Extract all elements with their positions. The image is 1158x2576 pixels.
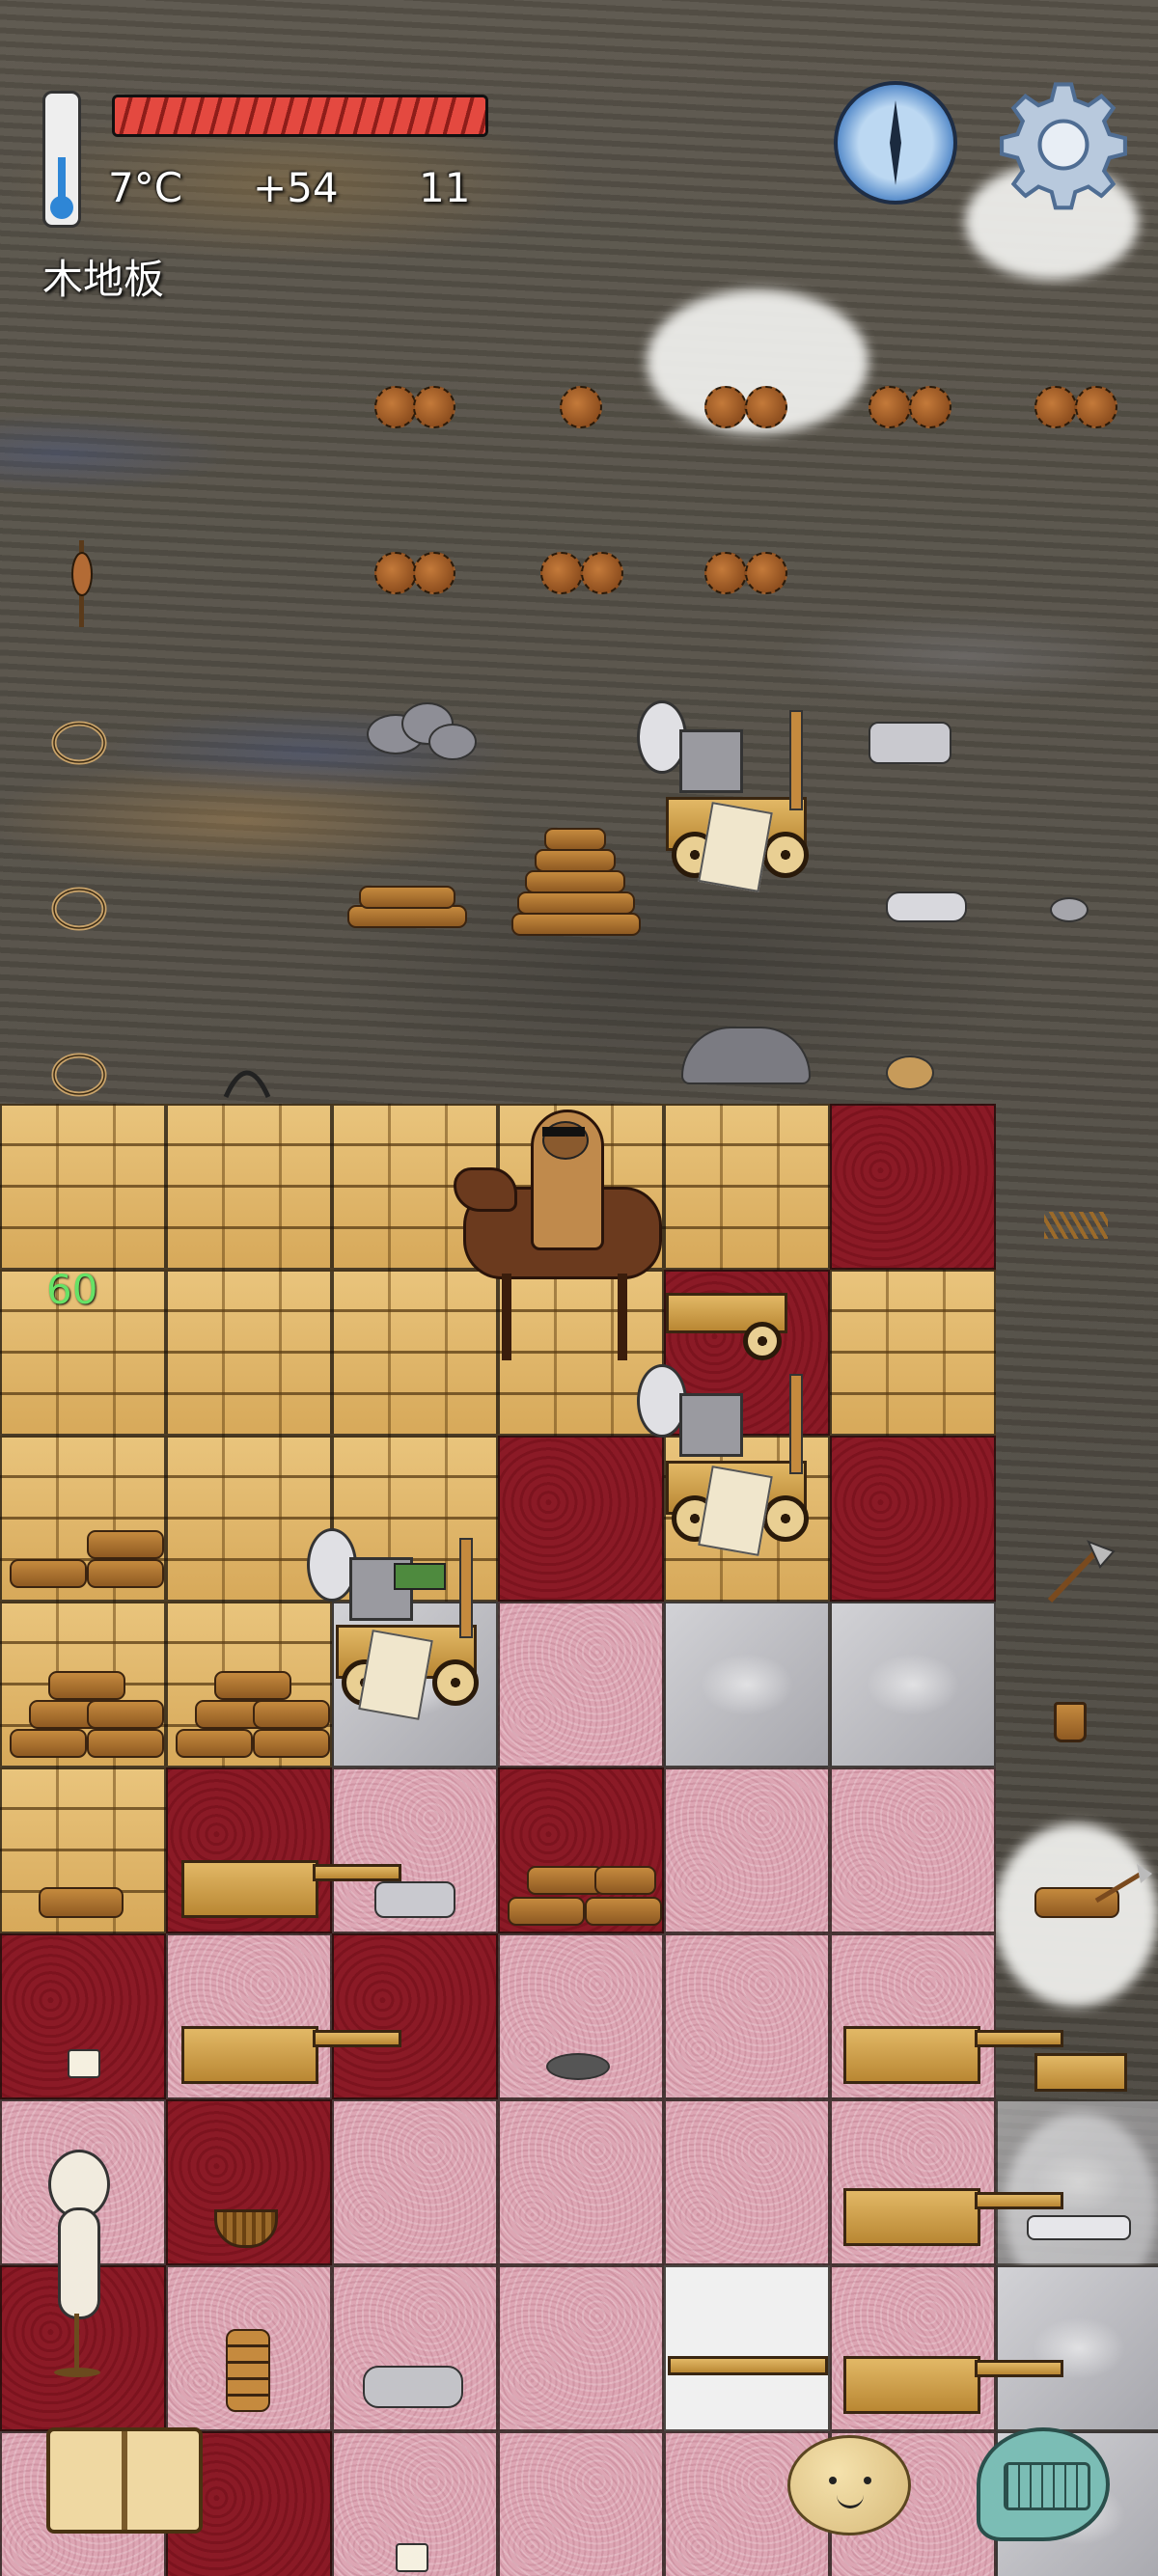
flint-chips[interactable] — [546, 2053, 610, 2080]
wooden-bucket[interactable] — [1054, 1702, 1087, 1742]
game-world[interactable]: 7°C +54 11 木地板 60 — [0, 0, 1158, 2576]
handcart-bottles-handle — [313, 1864, 401, 1881]
floating-number: 60 — [46, 1266, 98, 1313]
flat-rock[interactable] — [374, 1881, 455, 1918]
firewood-pile[interactable] — [347, 886, 467, 934]
age-readout: 11 — [419, 164, 471, 211]
tile-name-label: 木地板 — [42, 256, 165, 303]
log-pile[interactable] — [508, 1852, 662, 1930]
paper-note[interactable] — [68, 2049, 100, 2078]
gear-icon[interactable] — [998, 79, 1129, 210]
stacked-bowls[interactable] — [226, 2329, 270, 2412]
handcart-bottles-handle — [975, 2360, 1063, 2377]
engine-cart[interactable] — [637, 1364, 820, 1557]
carpet-tile[interactable] — [830, 1436, 996, 1602]
log-pile[interactable] — [10, 1524, 164, 1592]
stone-floor-tile[interactable] — [664, 2265, 830, 2431]
keyboard-icon[interactable] — [977, 2427, 1110, 2541]
player-on-horse[interactable] — [454, 1110, 791, 1380]
handcart-stones[interactable] — [843, 2026, 980, 2084]
pink-floor-tile[interactable] — [498, 2431, 664, 2576]
pink-floor-tile[interactable] — [664, 1933, 830, 2099]
book-icon[interactable] — [46, 2427, 203, 2534]
log-pile[interactable] — [10, 1661, 164, 1758]
compass-needle — [890, 100, 901, 185]
berry-bush[interactable] — [704, 386, 747, 428]
wood-floor-tile[interactable] — [166, 1104, 332, 1270]
food-bonus-readout: +54 — [253, 164, 339, 211]
stone-floor-tile[interactable] — [664, 1602, 830, 1768]
paper-note[interactable] — [396, 2543, 428, 2572]
handcart-flint-handle — [975, 2192, 1063, 2209]
handcart-bottles[interactable] — [843, 2356, 980, 2414]
rope-pile[interactable] — [1027, 2215, 1131, 2240]
rope-coil[interactable] — [48, 714, 110, 772]
engine-cart[interactable] — [307, 1528, 490, 1721]
food-meter — [112, 95, 488, 137]
steel-axe[interactable] — [1040, 1538, 1117, 1605]
log-pile[interactable] — [39, 1881, 125, 1920]
pink-floor-tile[interactable] — [830, 1768, 996, 1933]
kindling[interactable] — [1044, 1212, 1108, 1239]
food-meter-fill — [115, 97, 485, 134]
berry-bush[interactable] — [909, 386, 951, 428]
wood-floor-tile[interactable] — [0, 1104, 166, 1270]
berry-bush[interactable] — [540, 552, 583, 594]
berry-bush[interactable] — [581, 552, 623, 594]
compass-icon[interactable] — [834, 81, 957, 205]
temperature-readout: 7°C — [108, 164, 183, 211]
carpet-tile[interactable] — [830, 1104, 996, 1270]
stone-floor-tile[interactable] — [830, 1602, 996, 1768]
rope-coil[interactable] — [48, 880, 110, 938]
firewood-stack[interactable] — [511, 820, 641, 936]
wood-fence[interactable] — [668, 2356, 828, 2375]
pink-floor-tile[interactable] — [498, 1602, 664, 1768]
berry-bush[interactable] — [374, 552, 417, 594]
berry-bush[interactable] — [704, 552, 747, 594]
berry-bush[interactable] — [745, 386, 787, 428]
carpet-tile[interactable] — [332, 1933, 498, 2099]
berry-bush[interactable] — [1034, 386, 1077, 428]
engine-cart[interactable] — [637, 700, 820, 893]
stones[interactable] — [886, 891, 967, 922]
face-icon[interactable] — [787, 2435, 911, 2535]
stone-floor-tile[interactable] — [996, 2265, 1158, 2431]
log-pile[interactable] — [176, 1661, 330, 1758]
skewer[interactable] — [68, 540, 96, 627]
handcart-hay-handle — [313, 2030, 401, 2047]
pink-floor-tile[interactable] — [664, 1768, 830, 1933]
berry-bush[interactable] — [413, 386, 455, 428]
rope-coil[interactable] — [48, 1046, 110, 1104]
pink-floor-tile[interactable] — [498, 2099, 664, 2265]
clothes-mannequin[interactable] — [42, 2150, 110, 2381]
stones[interactable] — [363, 2366, 463, 2408]
handcart-stones-handle — [975, 2030, 1063, 2047]
handcart-bottles[interactable] — [181, 1860, 318, 1918]
stone-floor-tile[interactable] — [996, 2099, 1158, 2265]
boards[interactable] — [1034, 2053, 1127, 2092]
axe-stump[interactable] — [1048, 1862, 1154, 1930]
pink-floor-tile[interactable] — [498, 2265, 664, 2431]
berry-bush[interactable] — [560, 386, 602, 428]
berry-bush[interactable] — [745, 552, 787, 594]
rock-pile[interactable] — [428, 724, 477, 760]
thermometer-icon — [42, 91, 81, 228]
handcart-flint[interactable] — [843, 2188, 980, 2246]
berry-bush[interactable] — [413, 552, 455, 594]
handcart-hay[interactable] — [181, 2026, 318, 2084]
berry-bush[interactable] — [1075, 386, 1117, 428]
bowl[interactable] — [886, 1055, 934, 1090]
snare[interactable] — [218, 1054, 276, 1102]
wood-floor-tile[interactable] — [166, 1270, 332, 1436]
flat-rock[interactable] — [868, 722, 951, 764]
berry-bush[interactable] — [868, 386, 911, 428]
berry-bush[interactable] — [374, 386, 417, 428]
pink-floor-tile[interactable] — [332, 2099, 498, 2265]
small-stone[interactable] — [1050, 897, 1089, 922]
pink-floor-tile[interactable] — [664, 2099, 830, 2265]
wood-floor-tile[interactable] — [830, 1270, 996, 1436]
